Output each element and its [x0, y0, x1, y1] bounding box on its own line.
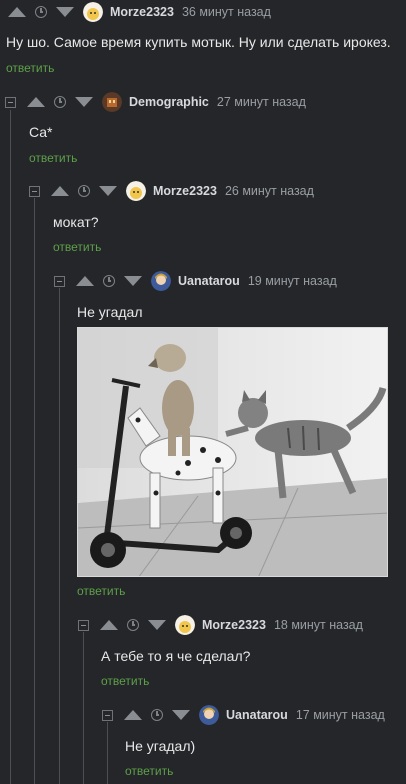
comment-time[interactable]: 27 минут назад — [217, 95, 306, 109]
upvote-icon[interactable] — [8, 7, 26, 17]
comment-text: Не угадал) — [125, 738, 196, 754]
collapse-icon[interactable] — [29, 185, 40, 197]
avatar[interactable] — [126, 181, 146, 201]
reply-link[interactable]: ответить — [6, 61, 54, 75]
comment-time[interactable]: 17 минут назад — [296, 708, 385, 722]
avatar[interactable] — [199, 705, 219, 725]
comment-header: Demographic 27 минут назад — [5, 90, 306, 114]
downvote-icon[interactable] — [148, 620, 166, 630]
clock-icon[interactable] — [54, 96, 66, 108]
upvote-icon[interactable] — [27, 97, 45, 107]
comment-author[interactable]: Morze2323 — [202, 618, 266, 632]
clock-icon[interactable] — [127, 619, 139, 631]
comment-header: Morze2323 18 минут назад — [78, 613, 363, 637]
comment-time[interactable]: 19 минут назад — [248, 274, 337, 288]
reply-link[interactable]: ответить — [53, 240, 101, 254]
comment-time[interactable]: 36 минут назад — [182, 5, 271, 19]
comment-author[interactable]: Uanatarou — [226, 708, 288, 722]
comment-header: Uanatarou 17 минут назад — [102, 703, 385, 727]
avatar[interactable] — [83, 2, 103, 22]
clock-icon[interactable] — [151, 709, 163, 721]
comment-text: Са* — [29, 124, 53, 140]
clock-icon[interactable] — [35, 6, 47, 18]
comment-author[interactable]: Demographic — [129, 95, 209, 109]
comment-time[interactable]: 26 минут назад — [225, 184, 314, 198]
comment-author[interactable]: Uanatarou — [178, 274, 240, 288]
avatar[interactable] — [175, 615, 195, 635]
upvote-icon[interactable] — [124, 710, 142, 720]
comment-header: Uanatarou 19 минут назад — [54, 269, 337, 293]
avatar[interactable] — [151, 271, 171, 291]
comment-image[interactable] — [77, 327, 388, 577]
reply-link[interactable]: ответить — [29, 151, 77, 165]
upvote-icon[interactable] — [76, 276, 94, 286]
upvote-icon[interactable] — [100, 620, 118, 630]
downvote-icon[interactable] — [124, 276, 142, 286]
reply-link[interactable]: ответить — [77, 584, 125, 598]
upvote-icon[interactable] — [51, 186, 69, 196]
downvote-icon[interactable] — [99, 186, 117, 196]
downvote-icon[interactable] — [56, 7, 74, 17]
comment-text: Ну шо. Самое время купить мотык. Ну или … — [6, 34, 391, 50]
downvote-icon[interactable] — [75, 97, 93, 107]
avatar[interactable] — [102, 92, 122, 112]
comment-text: мокат? — [53, 214, 99, 230]
collapse-icon[interactable] — [54, 275, 65, 287]
comment-time[interactable]: 18 минут назад — [274, 618, 363, 632]
reply-link[interactable]: ответить — [101, 674, 149, 688]
clock-icon[interactable] — [103, 275, 115, 287]
comment-author[interactable]: Morze2323 — [110, 5, 174, 19]
collapse-icon[interactable] — [78, 619, 89, 631]
comment-author[interactable]: Morze2323 — [153, 184, 217, 198]
comment-text: А тебе то я че сделал? — [101, 648, 251, 664]
comment-header: Morze2323 36 минут назад — [8, 0, 271, 24]
clock-icon[interactable] — [78, 185, 90, 197]
collapse-icon[interactable] — [5, 96, 16, 108]
reply-link[interactable]: ответить — [125, 764, 173, 778]
comment-text: Не угадал — [77, 304, 143, 320]
downvote-icon[interactable] — [172, 710, 190, 720]
comment-header: Morze2323 26 минут назад — [29, 179, 314, 203]
collapse-icon[interactable] — [102, 709, 113, 721]
